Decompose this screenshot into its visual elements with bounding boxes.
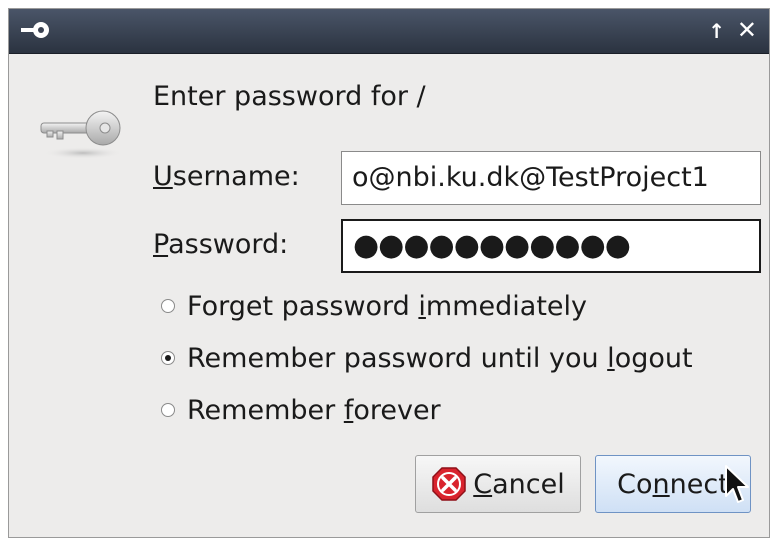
radio-forget-immediately[interactable] xyxy=(161,299,175,313)
title-bar[interactable]: ↑ ✕ xyxy=(9,9,769,54)
close-button[interactable]: ✕ xyxy=(737,18,757,42)
password-label: Password: xyxy=(153,229,289,260)
keep-above-button[interactable]: ↑ xyxy=(708,20,725,42)
cancel-button-label: Cancel xyxy=(473,468,565,500)
remember-forever-option[interactable]: Remember forever xyxy=(161,393,441,427)
key-icon xyxy=(40,110,123,159)
password-dialog: ↑ ✕ Enter password for / Username: o@nbi… xyxy=(8,8,770,538)
password-field[interactable]: ●●●●●●●●●●● xyxy=(341,219,761,273)
radio-label: Forget password immediately xyxy=(187,290,587,322)
radio-label: Remember forever xyxy=(187,394,441,426)
radio-remember-forever[interactable] xyxy=(161,403,175,417)
connect-button-label: Connect xyxy=(617,468,729,500)
cancel-button[interactable]: Cancel xyxy=(415,455,581,513)
username-field[interactable]: o@nbi.ku.dk@TestProject1 xyxy=(341,151,761,205)
cancel-icon xyxy=(432,467,466,501)
username-label: Username: xyxy=(153,161,300,192)
remember-until-logout-option[interactable]: Remember password until you logout xyxy=(161,341,693,375)
radio-remember-until-logout[interactable] xyxy=(161,351,175,365)
mouse-cursor-icon xyxy=(725,465,749,503)
key-icon xyxy=(21,22,49,38)
forget-immediately-option[interactable]: Forget password immediately xyxy=(161,289,587,323)
radio-label: Remember password until you logout xyxy=(187,342,693,374)
dialog-prompt: Enter password for / xyxy=(153,81,426,112)
